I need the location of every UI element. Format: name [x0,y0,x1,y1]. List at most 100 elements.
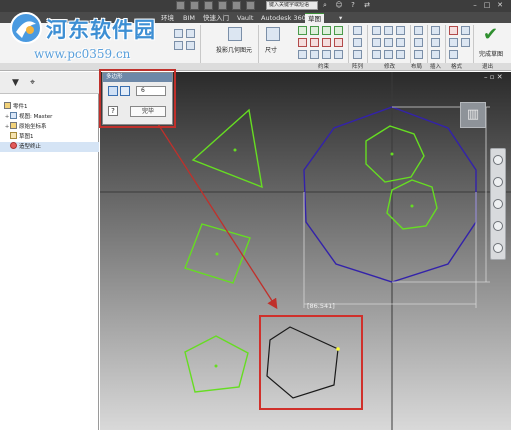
help-icon[interactable]: ? [348,1,358,10]
coincident-constraint-icon[interactable] [298,26,307,35]
upper-heptagon-center-point[interactable] [390,152,394,156]
text-tool-icon[interactable] [186,29,195,38]
dimension-value-label[interactable]: [86.541] [307,302,335,310]
view-cube[interactable]: ▥ [460,102,486,128]
dimension-label[interactable]: 尺寸 [265,45,277,54]
ribbon-options-icon[interactable]: ▾ [336,13,345,23]
centerline-icon[interactable] [461,26,470,35]
make-part-icon[interactable] [414,26,423,35]
ribbon-separator [258,25,259,63]
split-icon[interactable] [396,38,405,47]
canvas-window-controls[interactable]: – ▫ ✕ [484,73,503,81]
browser-item-label: 造型终止 [19,144,42,150]
quick-access-button[interactable] [232,1,241,10]
point-tool-icon[interactable] [186,41,195,50]
search-icon[interactable]: ⌕ [320,1,330,10]
panel-title-modify[interactable]: 修改 [384,63,395,71]
polygon-tool-icon[interactable] [174,29,183,38]
copy-icon[interactable] [384,26,393,35]
project-geometry-label[interactable]: 投影几何图元 [216,45,252,54]
tangent-constraint-icon[interactable] [298,38,307,47]
sketch-icon [10,132,17,139]
look-at-icon[interactable] [493,243,503,253]
exchange-icon[interactable]: ⇄ [362,1,372,10]
help-search-input[interactable]: 键入关键字或短语 [266,1,318,10]
tab-vault[interactable]: Vault [234,13,256,23]
trim-icon[interactable] [372,38,381,47]
square-center-point[interactable] [215,252,219,256]
orbit-icon[interactable] [493,221,503,231]
concentric-constraint-icon[interactable] [322,50,331,59]
perpendicular-constraint-icon[interactable] [322,26,331,35]
quick-access-button[interactable] [246,1,255,10]
tab-bim[interactable]: BIM [180,13,198,23]
ribbon-separator [427,25,428,63]
browser-item-part[interactable]: 零件1 [0,102,99,112]
panel-title-insert[interactable]: 插入 [430,63,441,71]
tab-getting-started[interactable]: 快速入门 [200,13,232,23]
tab-autodesk-360[interactable]: Autodesk 360 [258,13,309,23]
scale-icon[interactable] [372,50,381,59]
filter-icon[interactable]: ▼ [12,78,19,88]
steering-wheel-icon[interactable] [493,155,503,165]
panel-title-pattern[interactable]: 阵列 [352,63,363,71]
circular-pattern-icon[interactable] [353,38,362,47]
rotate-icon[interactable] [396,26,405,35]
view-icon [10,112,17,119]
stretch-icon[interactable] [384,50,393,59]
maximize-icon[interactable]: □ [482,1,492,10]
zoom-icon[interactable] [493,199,503,209]
project-geometry-icon[interactable] [228,27,242,41]
offset-icon[interactable] [396,50,405,59]
pentagon-center-point[interactable] [214,364,218,368]
rectangle-tool-icon[interactable] [174,41,183,50]
rectangular-pattern-icon[interactable] [353,26,362,35]
quick-access-button[interactable] [190,1,199,10]
user-icon[interactable]: ☺ [334,1,344,10]
find-icon[interactable]: ⌖ [30,78,35,88]
insert-acad-icon[interactable] [431,50,440,59]
tab-environment[interactable]: 环境 [158,13,177,23]
extend-icon[interactable] [384,38,393,47]
fix-constraint-icon[interactable] [298,50,307,59]
tab-sketch[interactable]: 草图 [305,13,324,23]
panel-title-exit[interactable]: 退出 [482,63,493,71]
equal-constraint-icon[interactable] [334,38,343,47]
close-icon[interactable]: ✕ [495,1,505,10]
make-components-icon[interactable] [414,38,423,47]
minimize-icon[interactable]: – [470,1,480,10]
show-format-icon[interactable] [449,50,458,59]
construction-icon[interactable] [449,26,458,35]
create-block-icon[interactable] [414,50,423,59]
panel-title-format[interactable]: 格式 [451,63,462,71]
collinear-constraint-icon[interactable] [310,50,319,59]
move-icon[interactable] [372,26,381,35]
smooth-constraint-icon[interactable] [310,38,319,47]
mirror-icon[interactable] [353,50,362,59]
dimension-icon[interactable] [266,27,280,41]
browser-item-sketch[interactable]: 草图1 [0,132,99,142]
center-point-icon[interactable] [449,38,458,47]
quick-access-button[interactable] [218,1,227,10]
parallel-constraint-icon[interactable] [310,26,319,35]
symmetric-constraint-icon[interactable] [322,38,331,47]
finish-sketch-button[interactable]: ✔ 完成草图 [475,25,507,63]
insert-image-icon[interactable] [431,26,440,35]
insert-points-icon[interactable] [431,38,440,47]
browser-item-end-of-part[interactable]: 造型终止 [0,142,99,152]
pan-icon[interactable] [493,177,503,187]
triangle-center-point[interactable] [233,148,237,152]
horizontal-constraint-icon[interactable] [334,26,343,35]
vertical-constraint-icon[interactable] [334,50,343,59]
panel-title-constrain[interactable]: 约束 [318,63,329,71]
browser-item-origin[interactable]: + 原始坐标系 [0,122,99,132]
panel-title-layout[interactable]: 布局 [411,63,422,71]
quick-access-button[interactable] [204,1,213,10]
driven-dimension-icon[interactable] [461,38,470,47]
navigation-bar[interactable] [490,148,506,260]
browser-item-view[interactable]: + 视图: Master [0,112,99,122]
watermark-url: www.pc0359.cn [34,47,131,61]
end-of-part-icon [10,142,17,149]
lower-heptagon-center-point[interactable] [410,204,414,208]
quick-access-button[interactable] [176,1,185,10]
